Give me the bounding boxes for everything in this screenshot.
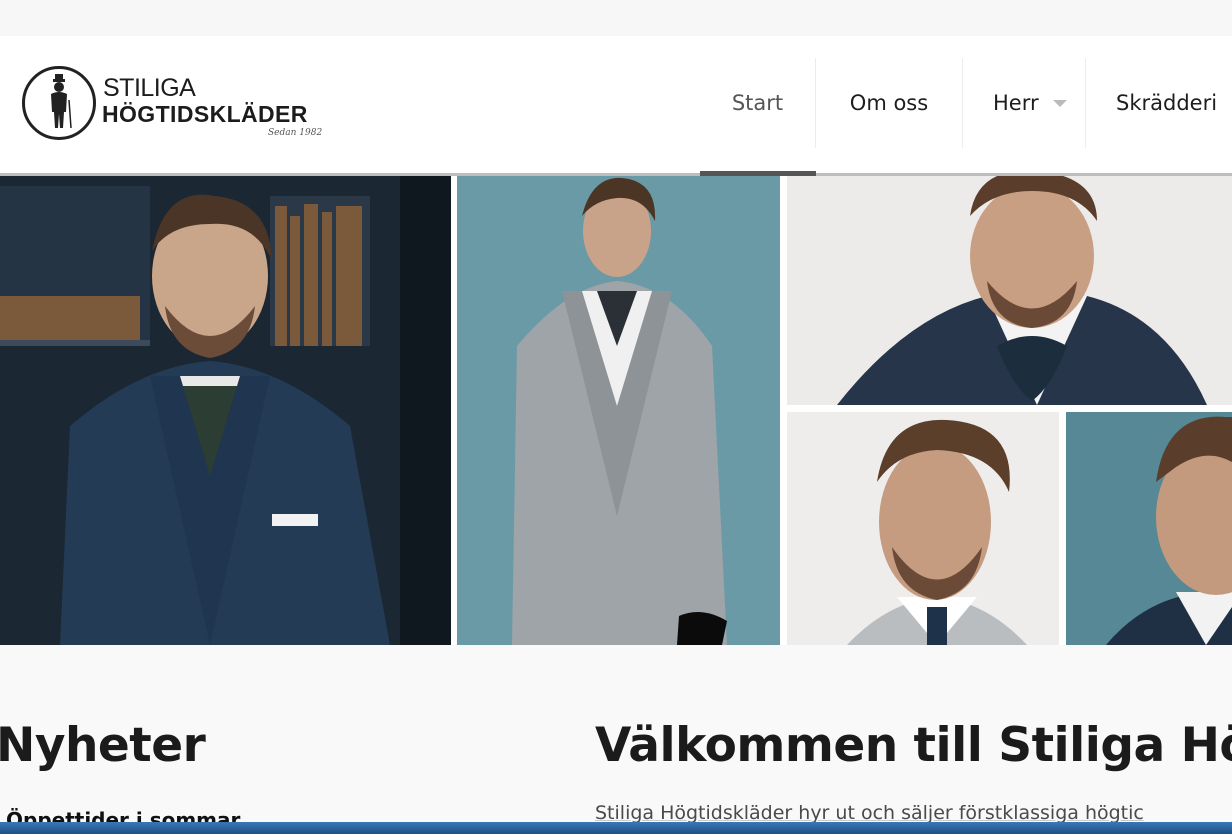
chevron-down-icon bbox=[1052, 99, 1067, 107]
nav-item-om-oss[interactable]: Om oss bbox=[816, 58, 963, 148]
nav-item-label: Skrädderi bbox=[1116, 91, 1218, 115]
nav-item-start[interactable]: Start bbox=[700, 58, 816, 148]
main-nav: Start Om oss Herr Skrädderi bbox=[700, 58, 1217, 148]
nav-item-herr[interactable]: Herr bbox=[963, 58, 1086, 148]
welcome-heading: Välkommen till Stiliga Hög bbox=[595, 718, 1232, 773]
nav-item-skradderi[interactable]: Skrädderi bbox=[1086, 58, 1217, 148]
hero-photo-grey-suit bbox=[457, 176, 780, 645]
news-heading: Nyheter bbox=[0, 718, 206, 773]
logo-text-top: STILIGA bbox=[103, 74, 196, 102]
bottom-bar bbox=[0, 822, 1232, 834]
nav-item-label: Start bbox=[731, 91, 784, 115]
hero-collage bbox=[0, 176, 1232, 645]
site-logo[interactable]: STILIGA HÖGTIDSKLÄDER Sedan 1982 bbox=[22, 66, 332, 146]
hero-photo-portrait bbox=[787, 412, 1059, 645]
logo-text-main: HÖGTIDSKLÄDER bbox=[102, 101, 308, 127]
top-bar bbox=[0, 0, 1232, 36]
site-header: STILIGA HÖGTIDSKLÄDER Sedan 1982 Start O… bbox=[0, 36, 1232, 174]
hero-photo-navy-ascot bbox=[787, 176, 1232, 405]
gentleman-icon bbox=[51, 74, 72, 129]
welcome-paragraph: Stiliga Högtidskläder hyr ut och säljer … bbox=[595, 802, 1144, 824]
nav-item-label: Herr bbox=[993, 91, 1039, 115]
logo-tagline: Sedan 1982 bbox=[268, 128, 323, 138]
hero-photo-portrait-cropped bbox=[1066, 412, 1232, 645]
nav-item-label: Om oss bbox=[849, 91, 929, 115]
hero-photo-blue-suit bbox=[0, 176, 451, 645]
